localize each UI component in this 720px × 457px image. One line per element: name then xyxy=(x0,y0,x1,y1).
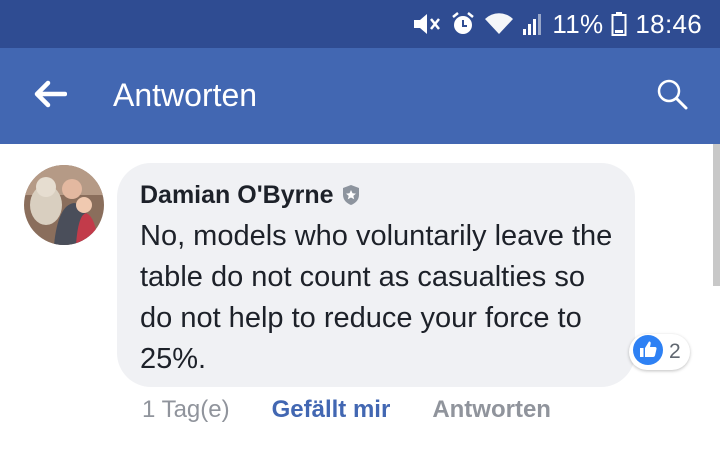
thumbs-up-icon xyxy=(633,334,663,370)
clock: 18:46 xyxy=(635,8,702,39)
shield-badge-icon xyxy=(341,184,361,206)
comment-actions: 1 Tag(e) Gefällt mir Antworten xyxy=(142,394,551,426)
reaction-summary[interactable]: 2 xyxy=(629,334,690,370)
comment-text: No, models who voluntarily leave the tab… xyxy=(140,220,613,375)
wifi-icon xyxy=(484,12,514,36)
search-icon xyxy=(656,78,688,115)
comment-time[interactable]: 1 Tag(e) xyxy=(142,396,230,424)
comment-bubble[interactable]: Damian O'Byrne No, models who voluntaril… xyxy=(117,163,635,387)
back-button[interactable] xyxy=(26,72,74,120)
avatar[interactable] xyxy=(24,165,104,245)
author-row: Damian O'Byrne xyxy=(140,178,613,212)
battery-icon xyxy=(611,11,627,37)
app-bar: Antworten xyxy=(0,48,720,144)
scrollbar[interactable] xyxy=(713,144,720,286)
like-button[interactable]: Gefällt mir xyxy=(272,396,391,424)
author-name[interactable]: Damian O'Byrne xyxy=(140,181,334,210)
mute-icon xyxy=(412,11,442,37)
arrow-left-icon xyxy=(33,80,68,113)
battery-percent: 11% xyxy=(552,8,604,39)
search-button[interactable] xyxy=(648,72,696,120)
alarm-icon xyxy=(450,11,476,37)
page-title: Antworten xyxy=(113,77,258,113)
signal-icon xyxy=(522,12,544,36)
status-bar: 11% 18:46 xyxy=(0,0,720,48)
reaction-count: 2 xyxy=(669,340,681,363)
reply-button[interactable]: Antworten xyxy=(432,396,551,424)
